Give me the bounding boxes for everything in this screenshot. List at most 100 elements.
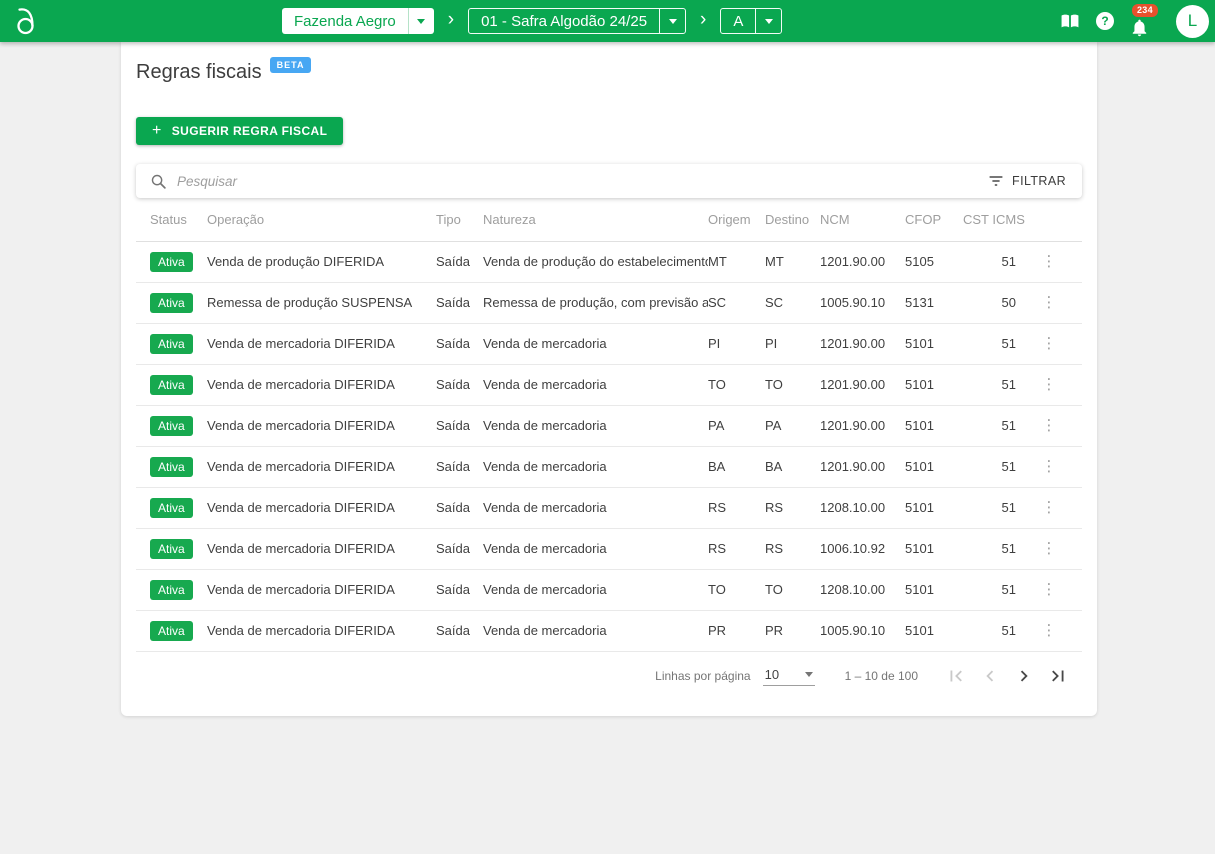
rows-per-page-select[interactable]: 10 (763, 665, 815, 686)
cell-tipo: Saída (436, 405, 483, 446)
cell-ncm: 1201.90.00 (820, 323, 905, 364)
cell-destino: RS (765, 528, 820, 569)
chevron-down-icon (408, 8, 434, 34)
season-selector-value: 01 - Safra Algodão 24/25 (469, 9, 659, 33)
aegro-logo-icon[interactable] (13, 5, 47, 37)
cell-cfop: 5105 (905, 241, 963, 282)
cell-ncm: 1201.90.00 (820, 405, 905, 446)
fiscal-rules-card: Regras fiscais BETA + SUGERIR REGRA FISC… (121, 42, 1097, 716)
aegro-logo-glyph (13, 5, 41, 37)
cell-cfop: 5101 (905, 528, 963, 569)
cell-operacao: Venda de mercadoria DIFERIDA (207, 487, 436, 528)
row-menu-kebab-icon[interactable]: ⋮ (1036, 457, 1063, 476)
manual-book-icon[interactable] (1059, 12, 1081, 31)
row-menu-kebab-icon[interactable]: ⋮ (1036, 293, 1063, 312)
cell-cfop: 5101 (905, 364, 963, 405)
cell-ncm: 1005.90.10 (820, 610, 905, 651)
cell-cst-icms: 51 (963, 405, 1016, 446)
avatar-initial: L (1188, 11, 1197, 31)
chevron-right-icon (1013, 665, 1035, 687)
cell-natureza: Remessa de produção, com previsão aju... (483, 282, 708, 323)
chevron-down-icon (805, 672, 813, 677)
cell-cfop: 5101 (905, 405, 963, 446)
chevron-left-icon (979, 665, 1001, 687)
column-header-origem: Origem (708, 198, 765, 241)
chevron-down-icon (755, 9, 781, 33)
suggest-button-label: SUGERIR REGRA FISCAL (172, 124, 328, 138)
filter-button[interactable]: FILTRAR (986, 170, 1068, 192)
cell-tipo: Saída (436, 610, 483, 651)
table-row: Ativa Venda de mercadoria DIFERIDA Saída… (136, 364, 1082, 405)
row-menu-kebab-icon[interactable]: ⋮ (1036, 375, 1063, 394)
cell-operacao: Venda de produção DIFERIDA (207, 241, 436, 282)
cell-origem: MT (708, 241, 765, 282)
cell-ncm: 1005.90.10 (820, 282, 905, 323)
status-badge: Ativa (150, 457, 193, 477)
cell-operacao: Venda de mercadoria DIFERIDA (207, 528, 436, 569)
row-menu-kebab-icon[interactable]: ⋮ (1036, 539, 1063, 558)
cell-destino: TO (765, 364, 820, 405)
cell-destino: PI (765, 323, 820, 364)
status-badge: Ativa (150, 580, 193, 600)
table-row: Ativa Venda de mercadoria DIFERIDA Saída… (136, 487, 1082, 528)
cell-natureza: Venda de mercadoria (483, 569, 708, 610)
cell-tipo: Saída (436, 282, 483, 323)
cell-ncm: 1201.90.00 (820, 364, 905, 405)
cell-origem: BA (708, 446, 765, 487)
last-page-button[interactable] (1046, 664, 1070, 688)
breadcrumb-chevron-icon: › (700, 10, 706, 32)
plot-selector[interactable]: A (720, 8, 782, 34)
cell-cst-icms: 51 (963, 323, 1016, 364)
suggest-fiscal-rule-button[interactable]: + SUGERIR REGRA FISCAL (136, 117, 343, 145)
search-input[interactable] (177, 174, 986, 189)
appbar-actions: ? 234 L (1059, 0, 1209, 42)
cell-tipo: Saída (436, 487, 483, 528)
search-icon (150, 173, 167, 190)
cell-origem: PI (708, 323, 765, 364)
cell-cfop: 5101 (905, 610, 963, 651)
cell-cfop: 5101 (905, 487, 963, 528)
cell-ncm: 1208.10.00 (820, 569, 905, 610)
table-row: Ativa Venda de mercadoria DIFERIDA Saída… (136, 528, 1082, 569)
rows-per-page-label: Linhas por página (655, 669, 750, 683)
page-title: Regras fiscais (136, 60, 262, 84)
first-page-button[interactable] (944, 664, 968, 688)
row-menu-kebab-icon[interactable]: ⋮ (1036, 334, 1063, 353)
cell-destino: MT (765, 241, 820, 282)
column-header-natureza: Natureza (483, 198, 708, 241)
cell-natureza: Venda de mercadoria (483, 610, 708, 651)
table-row: Ativa Venda de mercadoria DIFERIDA Saída… (136, 610, 1082, 651)
user-avatar[interactable]: L (1176, 5, 1209, 38)
cell-ncm: 1208.10.00 (820, 487, 905, 528)
farm-selector[interactable]: Fazenda Aegro (282, 8, 434, 34)
row-menu-kebab-icon[interactable]: ⋮ (1036, 621, 1063, 640)
column-header-actions (1016, 198, 1082, 241)
row-menu-kebab-icon[interactable]: ⋮ (1036, 252, 1063, 271)
row-menu-kebab-icon[interactable]: ⋮ (1036, 416, 1063, 435)
notifications-bell-icon[interactable]: 234 (1129, 4, 1161, 38)
row-menu-kebab-icon[interactable]: ⋮ (1036, 580, 1063, 599)
row-menu-kebab-icon[interactable]: ⋮ (1036, 498, 1063, 517)
table-row: Ativa Venda de mercadoria DIFERIDA Saída… (136, 446, 1082, 487)
breadcrumb: Fazenda Aegro › 01 - Safra Algodão 24/25… (282, 0, 782, 42)
cell-ncm: 1006.10.92 (820, 528, 905, 569)
status-badge: Ativa (150, 252, 193, 272)
cell-operacao: Venda de mercadoria DIFERIDA (207, 446, 436, 487)
cell-cst-icms: 50 (963, 282, 1016, 323)
previous-page-button[interactable] (978, 664, 1002, 688)
cell-natureza: Venda de mercadoria (483, 528, 708, 569)
plus-icon: + (152, 123, 162, 139)
help-icon[interactable]: ? (1096, 12, 1114, 30)
notification-count-badge: 234 (1132, 4, 1158, 17)
table-header-row: Status Operação Tipo Natureza Origem Des… (136, 198, 1082, 241)
breadcrumb-chevron-icon: › (448, 10, 454, 32)
cell-operacao: Remessa de produção SUSPENSA (207, 282, 436, 323)
cell-origem: TO (708, 364, 765, 405)
next-page-button[interactable] (1012, 664, 1036, 688)
cell-destino: BA (765, 446, 820, 487)
beta-badge: BETA (270, 57, 312, 73)
status-badge: Ativa (150, 334, 193, 354)
table-row: Ativa Venda de mercadoria DIFERIDA Saída… (136, 323, 1082, 364)
table-row: Ativa Venda de produção DIFERIDA Saída V… (136, 241, 1082, 282)
season-selector[interactable]: 01 - Safra Algodão 24/25 (468, 8, 686, 34)
